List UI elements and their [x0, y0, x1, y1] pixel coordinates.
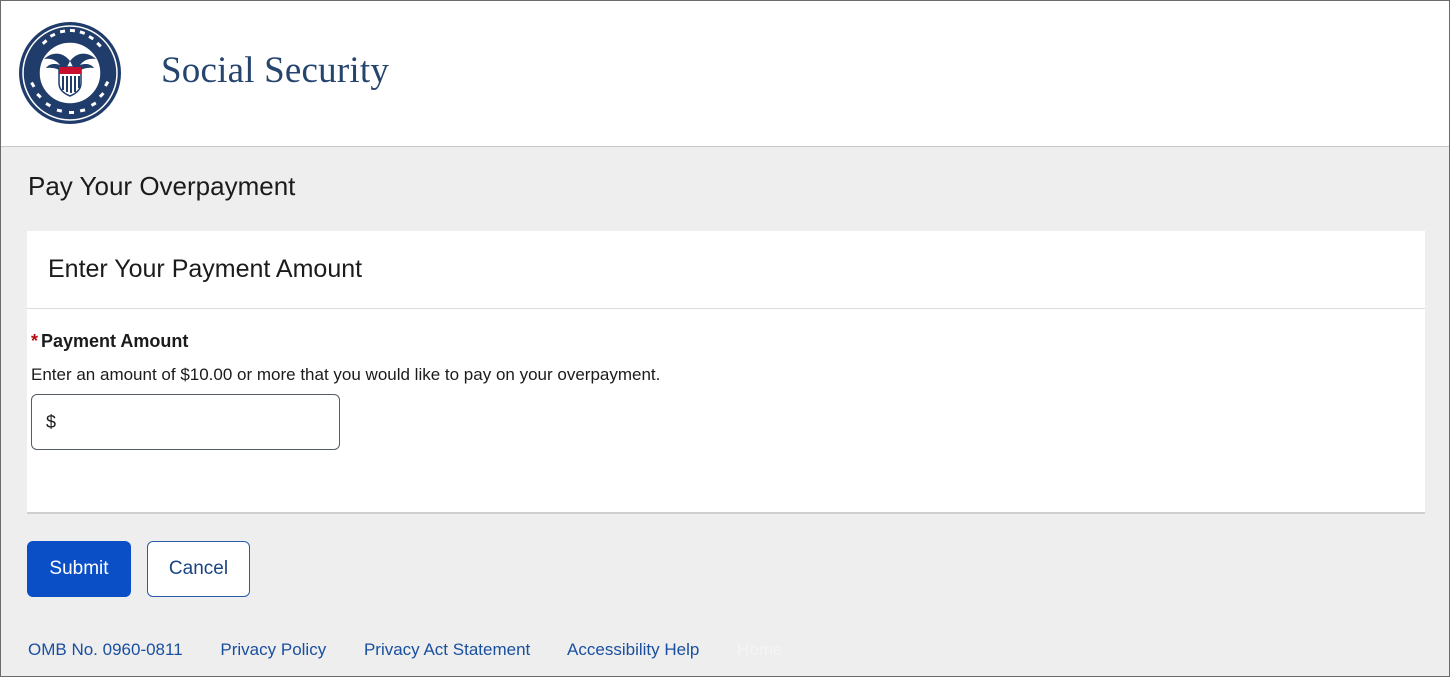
submit-button[interactable]: Submit [27, 541, 131, 597]
payment-amount-label: * Payment Amount [31, 331, 188, 351]
cancel-button[interactable]: Cancel [147, 541, 250, 597]
payment-amount-hint: Enter an amount of $10.00 or more that y… [31, 365, 661, 384]
payment-amount-field[interactable]: $ [31, 394, 340, 450]
ssa-seal-icon [19, 22, 121, 124]
page-title: Pay Your Overpayment [28, 171, 296, 201]
site-header: Social Security [1, 1, 1449, 147]
footer-link-privacy-act[interactable]: Privacy Act Statement [364, 640, 530, 659]
card-header: Enter Your Payment Amount [27, 231, 1425, 309]
currency-symbol: $ [46, 412, 57, 432]
payment-card: Enter Your Payment Amount * Payment Amoun… [27, 231, 1425, 514]
payment-amount-input[interactable] [62, 403, 332, 441]
card-body: * Payment Amount Enter an amount of $10.0… [27, 309, 1425, 450]
footer-links: OMB No. 0960-0811 Privacy Policy Privacy… [28, 640, 782, 660]
footer-link-accessibility[interactable]: Accessibility Help [567, 640, 699, 659]
card-title: Enter Your Payment Amount [48, 255, 363, 283]
payment-amount-label-text: Payment Amount [41, 331, 189, 351]
required-asterisk: * [31, 331, 39, 351]
site-brand-title[interactable]: Social Security [161, 49, 389, 92]
ssa-seal-logo[interactable] [18, 21, 122, 125]
footer-link-omb[interactable]: OMB No. 0960-0811 [28, 640, 183, 659]
footer-link-home[interactable]: Home [737, 640, 782, 659]
page-frame: Social Security Pay Your Overpayment Ent… [0, 0, 1450, 677]
footer-link-privacy-policy[interactable]: Privacy Policy [220, 640, 326, 659]
